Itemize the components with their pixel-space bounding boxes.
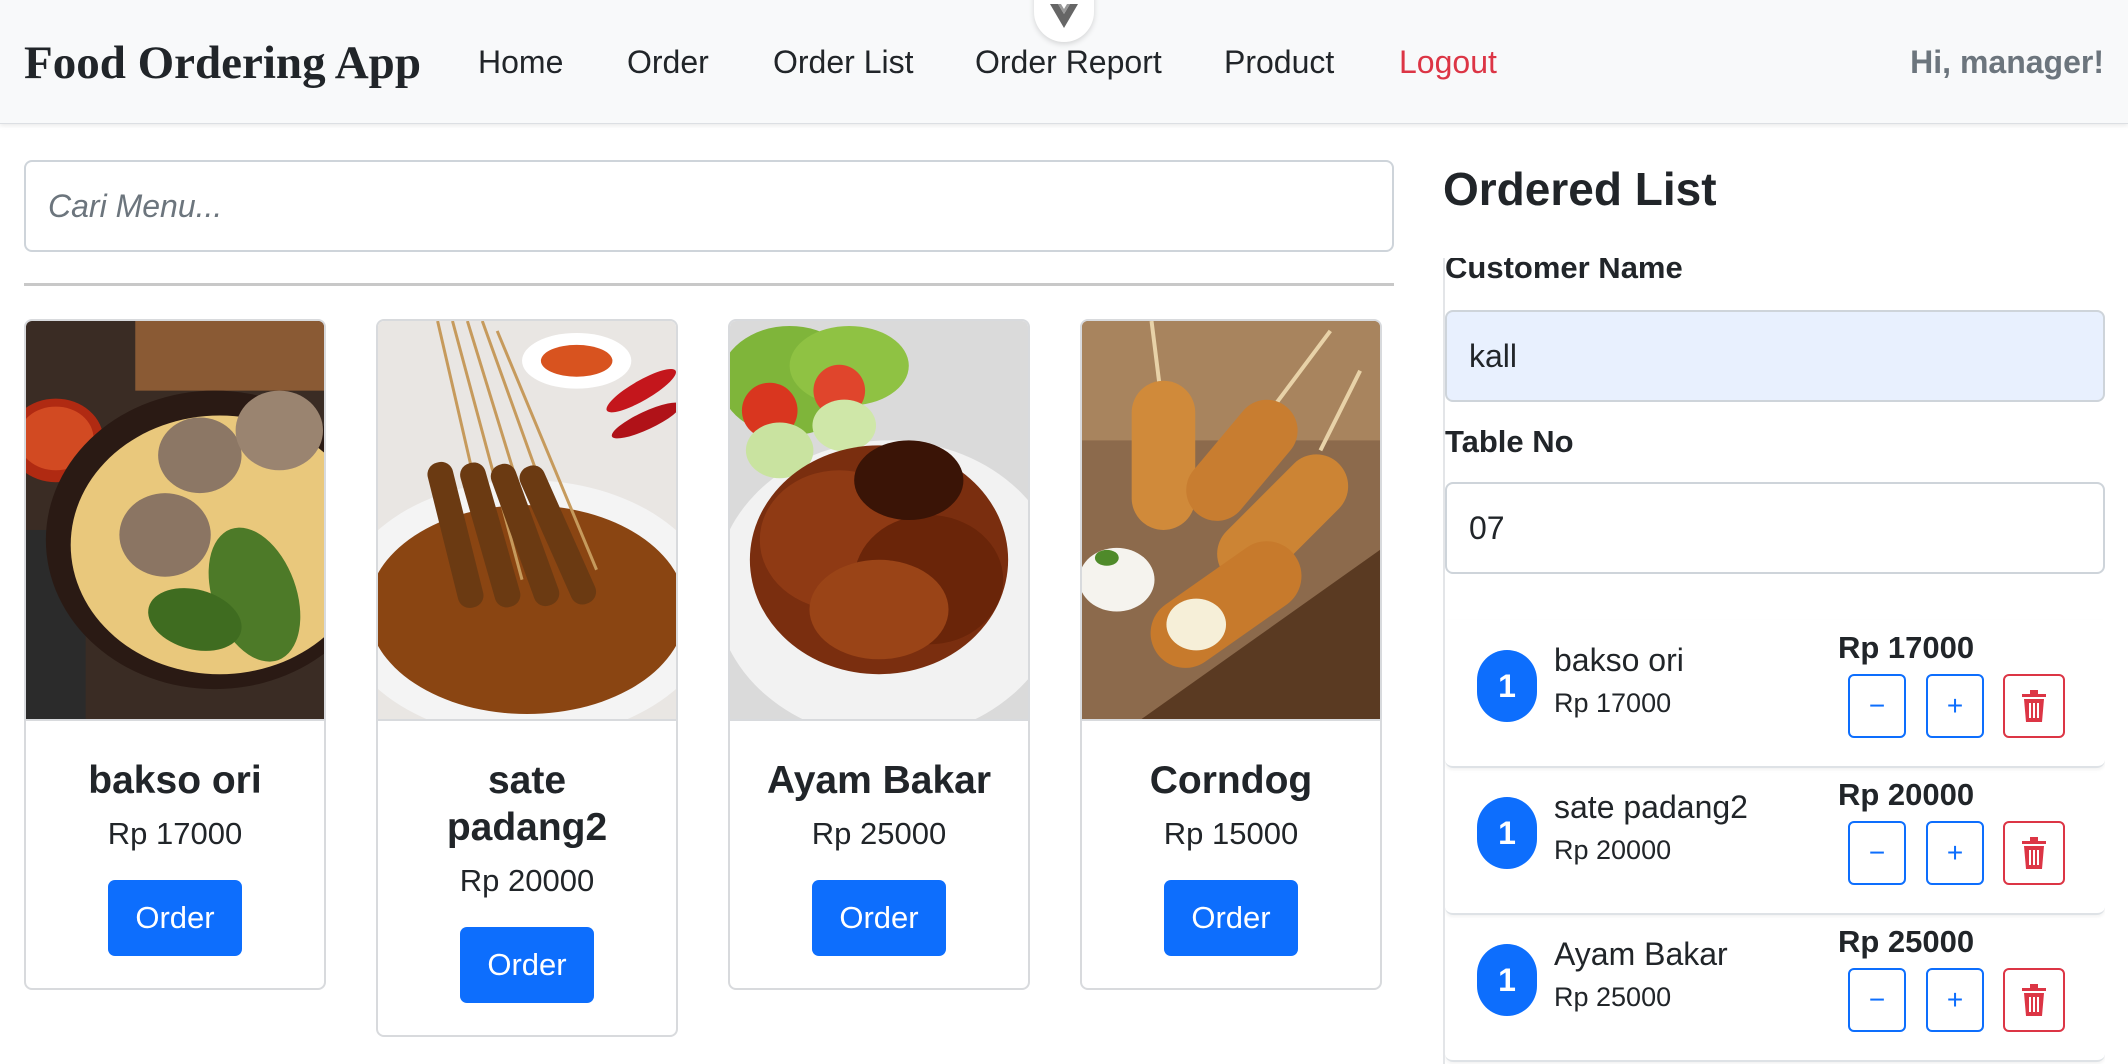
ordered-item-name: sate padang2 bbox=[1554, 789, 1748, 825]
table-no-label: Table No bbox=[1445, 424, 1574, 459]
nav-home[interactable]: Home bbox=[478, 44, 563, 81]
nav-order-list[interactable]: Order List bbox=[773, 44, 913, 81]
order-button[interactable]: Order bbox=[460, 927, 594, 1003]
order-button[interactable]: Order bbox=[108, 880, 242, 956]
increase-qty-button[interactable]: + bbox=[1926, 821, 1984, 885]
increase-qty-button[interactable]: + bbox=[1926, 674, 1984, 738]
table-no-input[interactable] bbox=[1445, 482, 2105, 574]
customer-name-label: Customer Name bbox=[1445, 258, 1683, 285]
menu-item-name: Ayam Bakar bbox=[766, 759, 992, 802]
ordered-item-total: Rp 20000 bbox=[1838, 777, 1975, 812]
food-image-corndog bbox=[1082, 321, 1380, 721]
menu-item-name: Corndog bbox=[1149, 759, 1313, 802]
search-input[interactable] bbox=[24, 160, 1394, 252]
order-button[interactable]: Order bbox=[1164, 880, 1298, 956]
brand-title[interactable]: Food Ordering App bbox=[24, 36, 421, 90]
ordered-item: 1 sate padang2 Rp 20000 Rp 20000 − + bbox=[1445, 767, 2105, 915]
delete-item-button[interactable] bbox=[2003, 821, 2065, 885]
nav-product[interactable]: Product bbox=[1224, 44, 1334, 81]
menu-card: sate padang2 Rp 20000 Order bbox=[376, 319, 678, 1037]
quantity-badge: 1 bbox=[1477, 650, 1537, 722]
ordered-item-total: Rp 25000 bbox=[1838, 924, 1975, 959]
ordered-item-unit-price: Rp 17000 bbox=[1554, 688, 1672, 718]
ordered-item-unit-price: Rp 20000 bbox=[1554, 835, 1672, 865]
menu-card: Ayam Bakar Rp 25000 Order bbox=[728, 319, 1030, 990]
customer-name-input[interactable] bbox=[1445, 310, 2105, 402]
user-greeting: Hi, manager! bbox=[1910, 44, 2104, 80]
decrease-qty-button[interactable]: − bbox=[1848, 674, 1906, 738]
order-button[interactable]: Order bbox=[812, 880, 946, 956]
ordered-list-panel[interactable]: Customer Name Table No 1 bakso ori Rp 17… bbox=[1443, 258, 2105, 1064]
menu-item-name: bakso ori bbox=[88, 759, 262, 802]
menu-item-name: sate padang2 bbox=[446, 759, 608, 849]
menu-card: Corndog Rp 15000 Order bbox=[1080, 319, 1382, 990]
ordered-item: 1 bakso ori Rp 17000 Rp 17000 − + bbox=[1445, 620, 2105, 768]
food-image-ayam-bakar bbox=[730, 321, 1028, 721]
nav-order[interactable]: Order bbox=[627, 44, 709, 81]
quantity-badge: 1 bbox=[1477, 797, 1537, 869]
divider bbox=[24, 283, 1394, 286]
ordered-item-unit-price: Rp 25000 bbox=[1554, 982, 1672, 1012]
nav-order-report[interactable]: Order Report bbox=[975, 44, 1162, 81]
menu-item-price: Rp 17000 bbox=[107, 816, 243, 851]
trash-icon bbox=[2022, 837, 2046, 869]
decrease-qty-button[interactable]: − bbox=[1848, 968, 1906, 1032]
menu-item-price: Rp 25000 bbox=[811, 816, 947, 851]
ordered-item-name: Ayam Bakar bbox=[1554, 936, 1728, 972]
ordered-item-total: Rp 17000 bbox=[1838, 630, 1975, 665]
delete-item-button[interactable] bbox=[2003, 968, 2065, 1032]
food-image-sate bbox=[378, 321, 676, 721]
menu-item-price: Rp 20000 bbox=[459, 863, 595, 898]
trash-icon bbox=[2022, 984, 2046, 1016]
vue-chevron-icon bbox=[1050, 4, 1078, 28]
nav-logout[interactable]: Logout bbox=[1399, 44, 1497, 81]
trash-icon bbox=[2022, 690, 2046, 722]
food-image-bakso bbox=[26, 321, 324, 721]
ordered-list-title: Ordered List bbox=[1443, 163, 1717, 215]
quantity-badge: 1 bbox=[1477, 944, 1537, 1016]
menu-item-price: Rp 15000 bbox=[1163, 816, 1299, 851]
ordered-item: 1 Ayam Bakar Rp 25000 Rp 25000 − + bbox=[1445, 914, 2105, 1062]
menu-card: bakso ori Rp 17000 Order bbox=[24, 319, 326, 990]
increase-qty-button[interactable]: + bbox=[1926, 968, 1984, 1032]
ordered-item-name: bakso ori bbox=[1554, 642, 1684, 678]
delete-item-button[interactable] bbox=[2003, 674, 2065, 738]
decrease-qty-button[interactable]: − bbox=[1848, 821, 1906, 885]
